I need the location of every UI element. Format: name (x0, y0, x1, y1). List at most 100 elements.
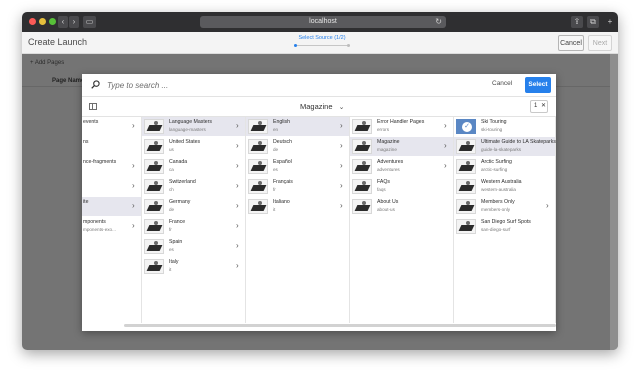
column-item[interactable]: Adventures adventures › (350, 157, 453, 176)
page-thumbnail[interactable] (144, 199, 164, 214)
chevron-right-icon[interactable]: › (340, 141, 343, 150)
page-thumbnail[interactable] (456, 159, 476, 174)
chevron-right-icon[interactable]: › (340, 201, 343, 210)
chevron-right-icon[interactable]: › (444, 121, 447, 130)
page-thumbnail[interactable] (144, 179, 164, 194)
chevron-right-icon[interactable]: › (236, 261, 239, 270)
breadcrumb[interactable]: Magazine ⌄ (300, 102, 345, 111)
address-bar[interactable]: localhost ↻ (200, 16, 446, 28)
page-scrollbar[interactable] (610, 54, 618, 350)
chevron-right-icon[interactable]: › (236, 161, 239, 170)
forward-button[interactable]: › (69, 16, 79, 28)
column-item[interactable]: Français fr › (246, 177, 349, 196)
back-button[interactable]: ‹ (58, 16, 68, 28)
chevron-right-icon[interactable]: › (132, 221, 135, 230)
column-item[interactable]: Canada ca › (142, 157, 245, 176)
chevron-right-icon[interactable]: › (236, 141, 239, 150)
page-thumbnail[interactable] (144, 119, 164, 134)
column-item[interactable]: Germany de › (142, 197, 245, 216)
chevron-right-icon[interactable]: › (132, 121, 135, 130)
column-item[interactable]: Deutsch de › (246, 137, 349, 156)
column-item[interactable]: Ultimate Guide to LA Skateparks guide-la-… (454, 137, 556, 156)
column-item[interactable]: Error Handler Pages errors › (350, 117, 453, 136)
column-item[interactable]: English en › (246, 117, 349, 136)
search-icon (91, 80, 100, 89)
page-thumbnail[interactable] (456, 219, 476, 234)
select-button[interactable]: Select (525, 77, 551, 93)
chevron-right-icon[interactable]: › (340, 181, 343, 190)
column-item[interactable]: Language Masters language-masters › (142, 117, 245, 136)
chevron-right-icon[interactable]: › (132, 181, 135, 190)
column-item[interactable]: nce-fragments › (82, 157, 141, 176)
next-button[interactable]: Next (588, 35, 612, 51)
page-thumbnail[interactable] (144, 259, 164, 274)
chevron-right-icon[interactable]: › (340, 121, 343, 130)
chevron-right-icon[interactable]: › (546, 201, 549, 210)
column-item[interactable]: Italiano it › (246, 197, 349, 216)
page-thumbnail[interactable] (352, 179, 372, 194)
page-thumbnail[interactable] (352, 139, 372, 154)
rail-toggle-icon[interactable] (89, 103, 97, 110)
column-item[interactable]: France fr › (142, 217, 245, 236)
page-thumbnail[interactable] (144, 219, 164, 234)
column-item[interactable]: Italy it › (142, 257, 245, 276)
chevron-right-icon[interactable]: › (236, 241, 239, 250)
column-item[interactable]: ns (82, 137, 141, 156)
minimize-window-button[interactable] (39, 18, 46, 25)
chevron-right-icon[interactable]: › (132, 161, 135, 170)
column-item[interactable]: Spain es › (142, 237, 245, 256)
close-window-button[interactable] (29, 18, 36, 25)
page-thumbnail[interactable] (456, 139, 476, 154)
column-item[interactable]: Western Australia western-australia (454, 177, 555, 196)
new-tab-icon[interactable]: + (605, 16, 615, 28)
page-thumbnail[interactable] (144, 139, 164, 154)
checked-thumbnail[interactable]: ✓ (456, 119, 476, 134)
chevron-right-icon[interactable]: › (236, 181, 239, 190)
chevron-right-icon[interactable]: › (236, 201, 239, 210)
dialog-cancel-button[interactable]: Cancel (492, 80, 512, 87)
page-thumbnail[interactable] (352, 159, 372, 174)
chevron-right-icon[interactable]: › (340, 161, 343, 170)
chevron-right-icon[interactable]: › (236, 221, 239, 230)
column-item[interactable]: San Diego Surf Spots san-diego-surf (454, 217, 555, 236)
page-thumbnail[interactable] (248, 199, 268, 214)
page-thumbnail[interactable] (144, 239, 164, 254)
share-icon[interactable]: ⇪ (571, 16, 583, 28)
cancel-button[interactable]: Cancel (558, 35, 584, 51)
column-item[interactable]: Magazine magazine › (350, 137, 453, 156)
chevron-right-icon[interactable]: › (444, 161, 447, 170)
sidebar-toggle-icon[interactable]: ▭ (83, 16, 96, 28)
item-name: fr (273, 187, 276, 192)
page-thumbnail[interactable] (144, 159, 164, 174)
search-input[interactable] (107, 79, 427, 92)
chevron-right-icon[interactable]: › (236, 121, 239, 130)
page-thumbnail[interactable] (456, 179, 476, 194)
column-item[interactable]: mponents mponents-exo... › (82, 217, 141, 236)
column-item[interactable]: About Us about-us (350, 197, 453, 216)
page-thumbnail[interactable] (248, 139, 268, 154)
item-name: arctic-surfing (481, 167, 508, 172)
chevron-right-icon[interactable]: › (444, 141, 447, 150)
column-item[interactable]: Español es › (246, 157, 349, 176)
chevron-right-icon[interactable]: › (132, 201, 135, 210)
column-item[interactable]: ✓ Ski Touring ski-touring (454, 117, 555, 136)
column-item[interactable]: Arctic Surfing arctic-surfing (454, 157, 555, 176)
page-thumbnail[interactable] (352, 119, 372, 134)
clear-selection-icon[interactable]: ✕ (541, 101, 546, 112)
column-item[interactable]: events › (82, 117, 141, 136)
column-item[interactable]: FAQs faqs (350, 177, 453, 196)
page-thumbnail[interactable] (456, 199, 476, 214)
page-thumbnail[interactable] (352, 199, 372, 214)
page-thumbnail[interactable] (248, 159, 268, 174)
tabs-overview-icon[interactable]: ⧉ (587, 16, 599, 28)
page-thumbnail[interactable] (248, 119, 268, 134)
column-item[interactable]: Members Only members-only › (454, 197, 555, 216)
reload-icon[interactable]: ↻ (435, 16, 442, 28)
column-item[interactable]: United States us › (142, 137, 245, 156)
zoom-window-button[interactable] (49, 18, 56, 25)
column-item[interactable]: ite › (82, 197, 141, 216)
column-item[interactable]: › (82, 177, 141, 196)
column-item[interactable]: Switzerland ch › (142, 177, 245, 196)
page-thumbnail[interactable] (248, 179, 268, 194)
horizontal-scrollbar[interactable] (124, 324, 556, 327)
